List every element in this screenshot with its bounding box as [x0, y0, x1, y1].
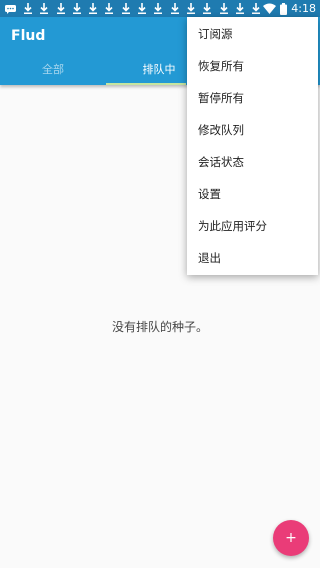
menu-item-exit[interactable]: 退出 [187, 242, 318, 274]
download-icon [170, 3, 179, 14]
download-icon [72, 3, 81, 14]
wifi-icon [263, 3, 277, 14]
battery-icon [280, 2, 288, 15]
download-icon [24, 3, 32, 14]
menu-item-session-status[interactable]: 会话状态 [187, 146, 318, 178]
clock: 4:18 [291, 2, 316, 15]
download-icon [89, 3, 98, 14]
notification-icons [5, 2, 266, 15]
menu-item-settings[interactable]: 设置 [187, 178, 318, 210]
download-icon [219, 3, 228, 14]
overflow-menu: 订阅源 恢复所有 暂停所有 修改队列 会话状态 设置 为此应用评分 退出 [187, 17, 318, 275]
download-icon [186, 3, 195, 14]
empty-state-message: 没有排队的种子。 [111, 320, 208, 334]
download-icon [203, 3, 212, 14]
menu-item-feeds[interactable]: 订阅源 [187, 18, 318, 50]
menu-item-resume-all[interactable]: 恢复所有 [187, 50, 318, 82]
add-torrent-button[interactable]: + [273, 520, 309, 556]
download-icon [154, 3, 163, 14]
menu-item-edit-queue[interactable]: 修改队列 [187, 114, 318, 146]
plus-icon: + [285, 530, 297, 546]
status-bar: 4:18 [0, 0, 320, 17]
menu-item-rate-app[interactable]: 为此应用评分 [187, 210, 318, 242]
download-icon [56, 3, 65, 14]
system-icons: 4:18 [263, 2, 316, 15]
download-icon [121, 3, 130, 14]
active-tab-indicator [106, 83, 186, 85]
message-icon [5, 5, 16, 14]
download-icon [252, 3, 261, 14]
menu-item-pause-all[interactable]: 暂停所有 [187, 82, 318, 114]
tab-all[interactable]: 全部 [0, 59, 106, 85]
download-icon [40, 3, 49, 14]
download-icon [235, 3, 244, 14]
download-icon [105, 3, 114, 14]
app-title: Flud [11, 28, 46, 44]
download-icon [138, 3, 147, 14]
